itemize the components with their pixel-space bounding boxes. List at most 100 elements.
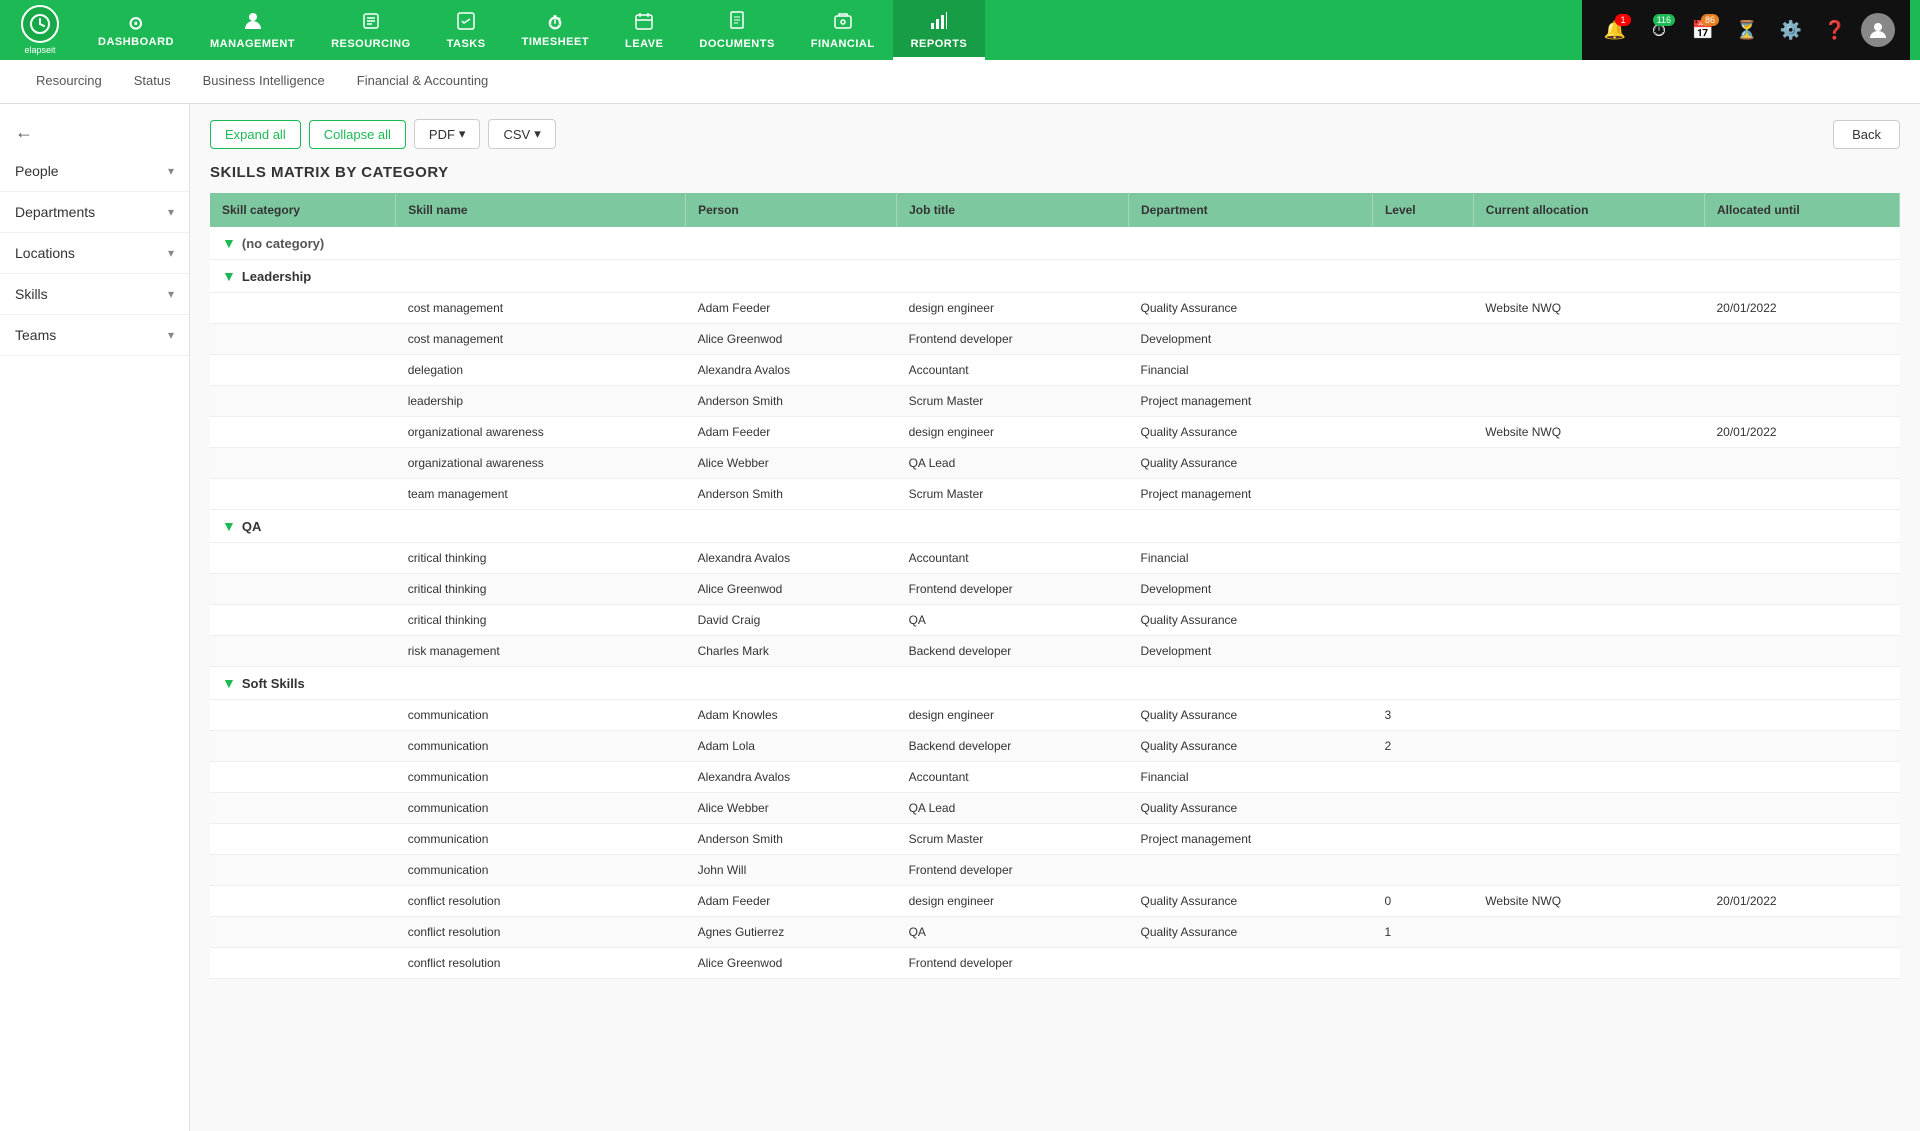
cell-current-allocation xyxy=(1473,762,1704,793)
nav-reports-label: REPORTS xyxy=(911,38,968,50)
cell-level xyxy=(1372,417,1473,448)
table-row: communication Anderson Smith Scrum Maste… xyxy=(210,824,1900,855)
subnav-financial-accounting[interactable]: Financial & Accounting xyxy=(341,60,505,104)
category-collapse-icon[interactable]: ▼ xyxy=(222,518,236,534)
back-button[interactable]: Back xyxy=(1833,120,1900,149)
cell-job-title: Frontend developer xyxy=(897,324,1129,355)
nav-financial[interactable]: FINANCIAL xyxy=(793,0,893,60)
cell-allocated-until xyxy=(1704,355,1899,386)
sidebar-locations-label: Locations xyxy=(15,245,75,261)
sidebar-people-label: People xyxy=(15,163,59,179)
nav-dashboard-label: DASHBOARD xyxy=(98,36,174,48)
cell-allocated-until xyxy=(1704,605,1899,636)
expand-all-button[interactable]: Expand all xyxy=(210,120,301,149)
sidebar-item-teams[interactable]: Teams ▾ xyxy=(0,315,189,356)
nav-dashboard[interactable]: ⊙ DASHBOARD xyxy=(80,0,192,60)
cell-job-title: Frontend developer xyxy=(897,948,1129,979)
app-logo[interactable]: elapseit xyxy=(10,5,70,55)
sidebar-item-skills[interactable]: Skills ▾ xyxy=(0,274,189,315)
toolbar: Expand all Collapse all PDF ▾ CSV ▾ Back xyxy=(210,119,1900,149)
subnav-status[interactable]: Status xyxy=(118,60,187,104)
cell-skill-category xyxy=(210,386,396,417)
cell-department: Quality Assurance xyxy=(1128,448,1372,479)
nav-reports[interactable]: REPORTS xyxy=(893,0,986,60)
sidebar-item-locations[interactable]: Locations ▾ xyxy=(0,233,189,274)
cell-job-title: QA xyxy=(897,917,1129,948)
cell-person: Anderson Smith xyxy=(686,824,897,855)
table-header-row: Skill category Skill name Person Job tit… xyxy=(210,193,1900,227)
nav-leave[interactable]: LEAVE xyxy=(607,0,681,60)
nav-documents[interactable]: DOCUMENTS xyxy=(681,0,792,60)
cell-current-allocation xyxy=(1473,700,1704,731)
category-collapse-icon[interactable]: ▼ xyxy=(222,235,236,251)
hourglass-button[interactable]: ⏳ xyxy=(1729,12,1765,48)
category-collapse-icon[interactable]: ▼ xyxy=(222,268,236,284)
table-row: critical thinking Alexandra Avalos Accou… xyxy=(210,543,1900,574)
table-row: cost management Adam Feeder design engin… xyxy=(210,293,1900,324)
pdf-button[interactable]: PDF ▾ xyxy=(414,119,481,149)
help-button[interactable]: ❓ xyxy=(1817,12,1853,48)
chevron-down-icon: ▾ xyxy=(168,328,174,342)
cell-job-title: Scrum Master xyxy=(897,479,1129,510)
collapse-all-button[interactable]: Collapse all xyxy=(309,120,406,149)
nav-timesheet[interactable]: ⏱ TIMESHEET xyxy=(504,0,607,60)
sidebar-item-people[interactable]: People ▾ xyxy=(0,151,189,192)
cell-current-allocation xyxy=(1473,917,1704,948)
user-avatar[interactable] xyxy=(1861,13,1895,47)
chevron-down-icon: ▾ xyxy=(168,246,174,260)
cell-level xyxy=(1372,824,1473,855)
sidebar-item-departments[interactable]: Departments ▾ xyxy=(0,192,189,233)
cell-job-title: QA xyxy=(897,605,1129,636)
col-level: Level xyxy=(1372,193,1473,227)
cell-person: Alice Greenwod xyxy=(686,324,897,355)
cell-department: Quality Assurance xyxy=(1128,293,1372,324)
cell-skill-name: conflict resolution xyxy=(396,917,686,948)
timesheet-icon: ⏱ xyxy=(548,13,563,34)
cell-allocated-until xyxy=(1704,917,1899,948)
cell-skill-name: communication xyxy=(396,731,686,762)
category-collapse-icon[interactable]: ▼ xyxy=(222,675,236,691)
cell-skill-name: critical thinking xyxy=(396,543,686,574)
cell-department xyxy=(1128,948,1372,979)
cell-job-title: QA Lead xyxy=(897,448,1129,479)
table-row: communication John Will Frontend develop… xyxy=(210,855,1900,886)
cell-job-title: Backend developer xyxy=(897,731,1129,762)
nav-management[interactable]: MANAGEMENT xyxy=(192,0,313,60)
csv-button[interactable]: CSV ▾ xyxy=(488,119,555,149)
cell-allocated-until xyxy=(1704,636,1899,667)
reports-icon xyxy=(929,11,949,36)
cell-person: Anderson Smith xyxy=(686,479,897,510)
cell-skill-name: risk management xyxy=(396,636,686,667)
nav-tasks[interactable]: TASKS xyxy=(429,0,504,60)
leave-icon xyxy=(634,11,654,36)
category-row: ▼ Soft Skills xyxy=(210,667,1900,700)
cell-allocated-until xyxy=(1704,479,1899,510)
cell-skill-name: conflict resolution xyxy=(396,948,686,979)
cell-skill-name: communication xyxy=(396,824,686,855)
csv-label: CSV xyxy=(503,127,530,142)
cell-allocated-until xyxy=(1704,700,1899,731)
notifications-button[interactable]: 🔔 1 xyxy=(1597,12,1633,48)
cell-current-allocation xyxy=(1473,793,1704,824)
timer-button[interactable]: ⏱ 116 xyxy=(1641,12,1677,48)
calendar-button[interactable]: 📅 86 xyxy=(1685,12,1721,48)
cell-skill-category xyxy=(210,355,396,386)
sidebar-back-button[interactable]: ← xyxy=(0,114,189,151)
subnav-business-intelligence[interactable]: Business Intelligence xyxy=(187,60,341,104)
nav-resourcing[interactable]: RESOURCING xyxy=(313,0,429,60)
nav-timesheet-label: TIMESHEET xyxy=(522,36,589,48)
settings-button[interactable]: ⚙️ xyxy=(1773,12,1809,48)
cell-department: Quality Assurance xyxy=(1128,700,1372,731)
cell-skill-name: critical thinking xyxy=(396,605,686,636)
category-row: ▼ QA xyxy=(210,510,1900,543)
hourglass-icon: ⏳ xyxy=(1736,20,1758,41)
table-row: critical thinking David Craig QA Quality… xyxy=(210,605,1900,636)
cell-current-allocation xyxy=(1473,543,1704,574)
cell-allocated-until xyxy=(1704,824,1899,855)
subnav-resourcing[interactable]: Resourcing xyxy=(20,60,118,104)
cell-level xyxy=(1372,543,1473,574)
cell-department: Development xyxy=(1128,636,1372,667)
cell-department: Project management xyxy=(1128,824,1372,855)
cell-person: John Will xyxy=(686,855,897,886)
table-row: communication Alice Webber QA Lead Quali… xyxy=(210,793,1900,824)
